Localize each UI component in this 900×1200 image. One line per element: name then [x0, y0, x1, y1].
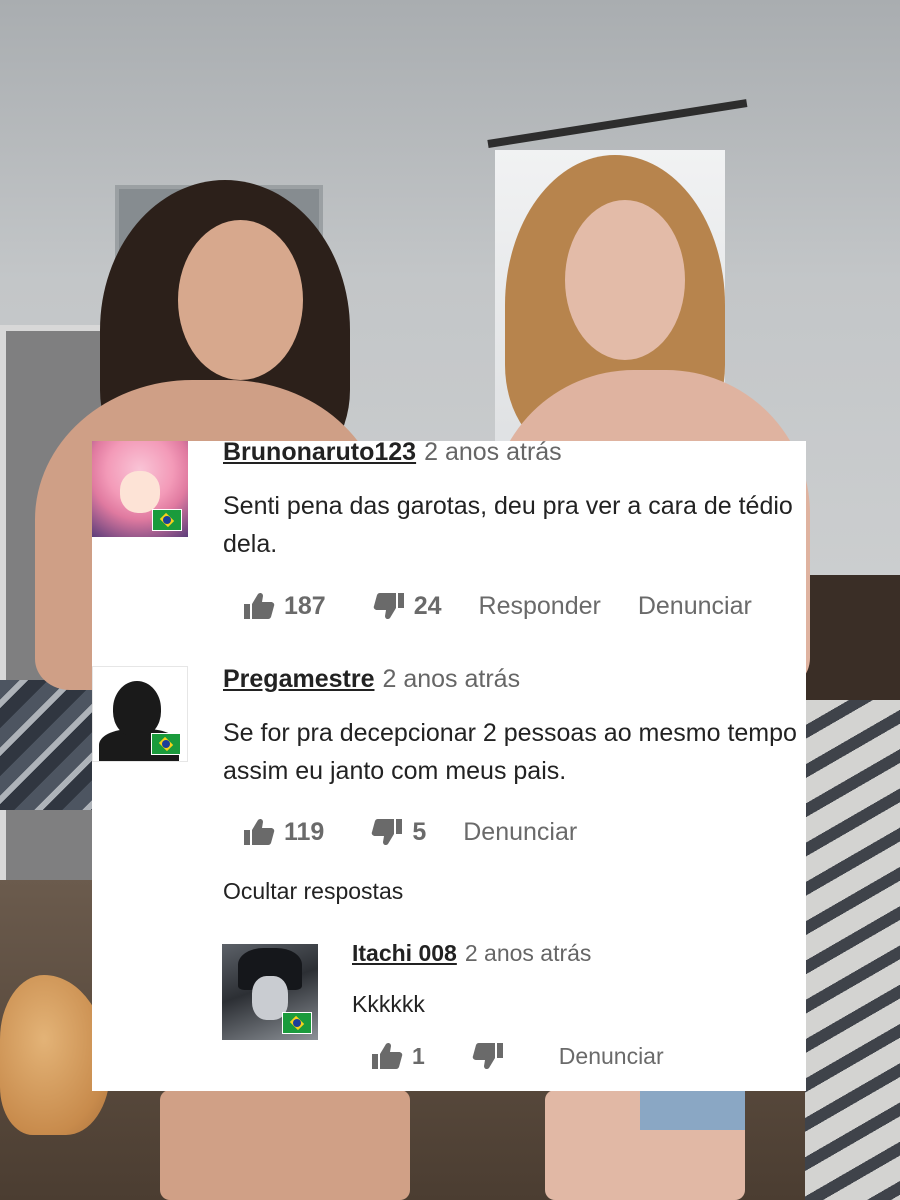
username-link[interactable]: Itachi 008 — [352, 940, 457, 966]
thumbs-up-icon — [242, 591, 276, 621]
dislike-button[interactable] — [471, 1041, 505, 1071]
default-silhouette-avatar[interactable] — [92, 666, 188, 762]
itachi-avatar[interactable] — [222, 944, 318, 1040]
comment-username[interactable]: Brunonaruto123 2 anos atrás — [223, 441, 562, 467]
report-button[interactable]: Denunciar — [463, 818, 577, 847]
comment-actions: 119 5 Denunciar — [242, 815, 577, 849]
brazil-flag-icon — [282, 1012, 312, 1034]
comment-timestamp: 2 anos atrás — [382, 665, 521, 693]
thumbs-up-icon — [370, 1041, 404, 1071]
thumbs-down-icon — [370, 817, 404, 847]
like-count: 187 — [284, 591, 326, 620]
reply-username[interactable]: Itachi 008 2 anos atrás — [352, 940, 591, 967]
bed-blanket-left — [0, 680, 95, 810]
like-button[interactable]: 187 — [242, 591, 326, 621]
person-right-face — [565, 200, 685, 360]
dislike-button[interactable]: 5 — [370, 817, 426, 847]
person-left-face — [178, 220, 303, 380]
thumbs-up-icon — [242, 817, 276, 847]
bed-blanket-right — [805, 700, 900, 1200]
report-button[interactable]: Denunciar — [638, 592, 752, 621]
comment-text: Se for pra decepcionar 2 pessoas ao mesm… — [223, 719, 797, 785]
comment-timestamp: 2 anos atrás — [424, 441, 562, 466]
hide-replies-button[interactable]: Ocultar respostas — [223, 878, 403, 905]
like-count: 119 — [284, 817, 325, 846]
username-link[interactable]: Brunonaruto123 — [223, 441, 416, 466]
like-button[interactable]: 119 — [242, 817, 324, 847]
thumbs-down-icon — [372, 591, 406, 621]
denim-shorts — [640, 1090, 745, 1130]
comment-username[interactable]: Pregamestre 2 anos atrás — [223, 665, 520, 694]
username-link[interactable]: Pregamestre — [223, 665, 374, 693]
comment-text: Senti pena das garotas, deu pra ver a ca… — [223, 492, 793, 558]
reply-button[interactable]: Responder — [479, 592, 601, 621]
thumbs-down-icon — [471, 1041, 505, 1071]
dislike-count: 24 — [413, 591, 442, 620]
comment-actions: 187 24 Responder Denunciar — [242, 589, 752, 623]
like-count: 1 — [412, 1042, 425, 1069]
dislike-count: 5 — [412, 817, 427, 846]
reply-timestamp: 2 anos atrás — [464, 940, 592, 966]
report-button[interactable]: Denunciar — [559, 1043, 664, 1070]
brazil-flag-icon — [152, 509, 182, 531]
silhouette-head — [113, 681, 161, 737]
comments-panel: Brunonaruto123 2 anos atrás Senti pena da… — [92, 441, 806, 1091]
avatar-face — [120, 471, 160, 513]
person-left-legs — [160, 1090, 410, 1200]
reply-actions: 1 Denunciar — [370, 1039, 664, 1073]
reply-text: Kkkkkk — [352, 991, 425, 1017]
brazil-flag-icon — [151, 733, 181, 755]
dislike-button[interactable]: 24 — [372, 591, 442, 621]
anime-girl-avatar[interactable] — [92, 441, 188, 537]
like-button[interactable]: 1 — [370, 1041, 425, 1071]
